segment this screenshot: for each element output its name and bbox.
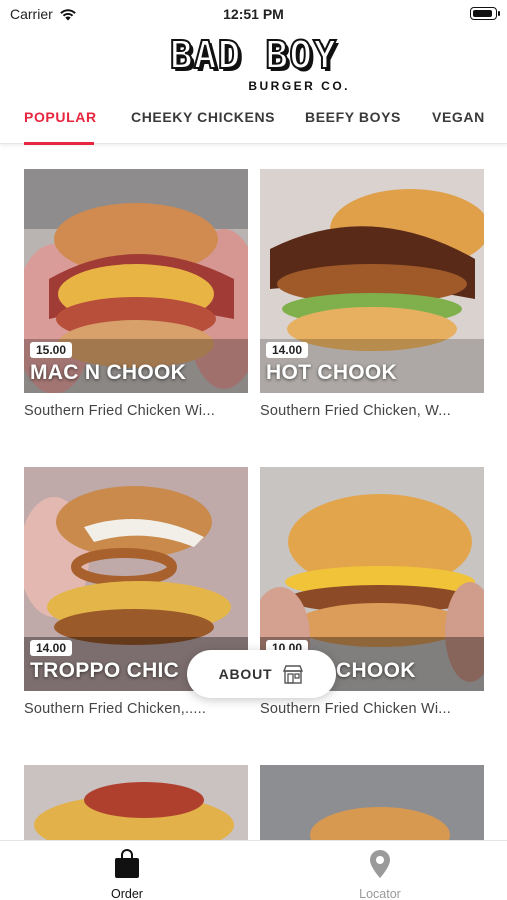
bottom-navigation: Order Locator — [0, 840, 507, 900]
logo-wordmark: BAD BOY — [169, 32, 338, 78]
brand-logo: BAD BOY BURGER CO. — [0, 32, 507, 99]
status-bar: Carrier 12:51 PM — [0, 0, 507, 28]
store-icon — [283, 665, 304, 684]
about-label: ABOUT — [218, 666, 273, 682]
product-name: HOT CHOOK — [266, 361, 398, 384]
product-description: Southern Fried Chicken Wi... — [24, 403, 215, 419]
shopping-bag-icon — [115, 849, 139, 878]
active-tab-indicator — [24, 142, 94, 145]
nav-locator[interactable]: Locator — [330, 849, 430, 900]
about-button[interactable]: ABOUT — [187, 650, 336, 698]
product-card[interactable]: 15.00 MAC N CHOOK Southern Fried Chicken… — [24, 169, 248, 419]
product-image — [260, 765, 484, 840]
tab-vegan[interactable]: VEGAN — [432, 109, 485, 125]
product-card[interactable]: 14.00 HOT CHOOK Southern Fried Chicken, … — [260, 169, 484, 419]
status-time: 12:51 PM — [223, 6, 284, 22]
product-description: Southern Fried Chicken, W... — [260, 403, 451, 419]
product-image: 14.00 HOT CHOOK — [260, 169, 484, 393]
product-card[interactable] — [24, 765, 248, 840]
tab-popular[interactable]: POPULAR — [24, 109, 97, 125]
product-description: Southern Fried Chicken Wi... — [260, 701, 451, 717]
nav-locator-label: Locator — [359, 887, 401, 900]
nav-order-label: Order — [111, 887, 143, 900]
logo-subtitle: BURGER CO. — [248, 79, 350, 93]
product-card[interactable] — [260, 765, 484, 840]
category-tabs: POPULAR CHEEKY CHICKENS BEEFY BOYS VEGAN — [0, 100, 507, 145]
nav-order[interactable]: Order — [77, 849, 177, 900]
product-description: Southern Fried Chicken,..... — [24, 701, 207, 717]
product-image — [24, 765, 248, 840]
product-name: CHOOK — [336, 659, 416, 682]
price-badge: 15.00 — [30, 342, 73, 358]
tab-cheeky-chickens[interactable]: CHEEKY CHICKENS — [131, 109, 275, 125]
tab-beefy-boys[interactable]: BEEFY BOYS — [305, 109, 401, 125]
product-name: MAC N CHOOK — [30, 361, 187, 384]
product-name: TROPPO CHIC — [30, 659, 180, 682]
product-image: 15.00 MAC N CHOOK — [24, 169, 248, 393]
location-pin-icon — [370, 850, 390, 878]
price-badge: 14.00 — [30, 640, 73, 656]
battery-icon — [470, 7, 500, 20]
price-badge: 14.00 — [266, 342, 309, 358]
